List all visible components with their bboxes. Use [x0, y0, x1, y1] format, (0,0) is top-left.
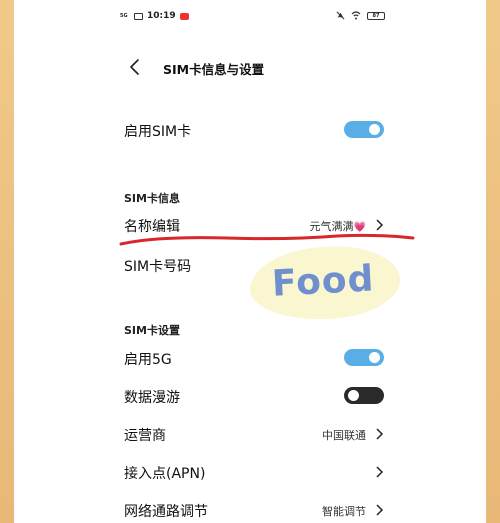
sim-number-label: SIM卡号码	[124, 259, 192, 275]
page-header: SIM卡信息与设置	[14, 52, 486, 82]
back-arrow-icon[interactable]	[126, 58, 144, 76]
mute-icon	[336, 11, 345, 20]
carrier-value: 中国联通	[322, 429, 366, 442]
page-title: SIM卡信息与设置	[163, 62, 265, 77]
network-routing-value: 智能调节	[322, 505, 366, 518]
toggle-knob	[369, 124, 380, 135]
network-indicator: 5G	[120, 12, 128, 19]
apn-label: 接入点(APN)	[124, 466, 206, 482]
battery-icon: 87	[367, 11, 385, 20]
notification-icon	[134, 12, 143, 20]
carrier-row[interactable]: 运营商 中国联通	[124, 421, 384, 447]
phone-screen: 5G 10:19 87 SIM卡信息与设置 启用SIM卡 SIM卡信息 名称编辑…	[14, 0, 486, 523]
photo-frame-right	[486, 0, 500, 523]
data-roaming-label: 数据漫游	[124, 390, 180, 406]
enable-5g-toggle[interactable]	[344, 349, 384, 366]
data-roaming-row[interactable]: 数据漫游	[124, 383, 384, 409]
sim-settings-section-title: SIM卡设置	[124, 324, 180, 337]
enable-sim-label: 启用SIM卡	[124, 124, 192, 140]
wifi-icon	[351, 11, 361, 20]
enable-5g-label: 启用5G	[124, 352, 172, 368]
sim-info-section-title: SIM卡信息	[124, 192, 180, 205]
data-roaming-toggle[interactable]	[344, 387, 384, 404]
photo-frame-left	[0, 0, 14, 523]
network-routing-label: 网络通路调节	[124, 504, 208, 520]
battery-level: 87	[372, 12, 380, 19]
app-notification-icon	[179, 12, 189, 20]
status-bar: 5G 10:19 87	[14, 8, 486, 28]
enable-sim-row[interactable]: 启用SIM卡	[124, 117, 384, 143]
chevron-right-icon	[376, 428, 384, 440]
toggle-knob	[369, 352, 380, 363]
enable-5g-row[interactable]: 启用5G	[124, 345, 384, 371]
chevron-right-icon	[376, 466, 384, 478]
apn-row[interactable]: 接入点(APN)	[124, 459, 384, 485]
enable-sim-toggle[interactable]	[344, 121, 384, 138]
toggle-knob	[348, 390, 359, 401]
status-time: 10:19	[147, 11, 176, 21]
network-routing-row[interactable]: 网络通路调节 智能调节	[124, 497, 384, 523]
red-annotation-underline	[119, 233, 415, 246]
chevron-right-icon	[376, 504, 384, 516]
carrier-label: 运营商	[124, 428, 166, 444]
sticker-text: Food	[270, 258, 376, 305]
